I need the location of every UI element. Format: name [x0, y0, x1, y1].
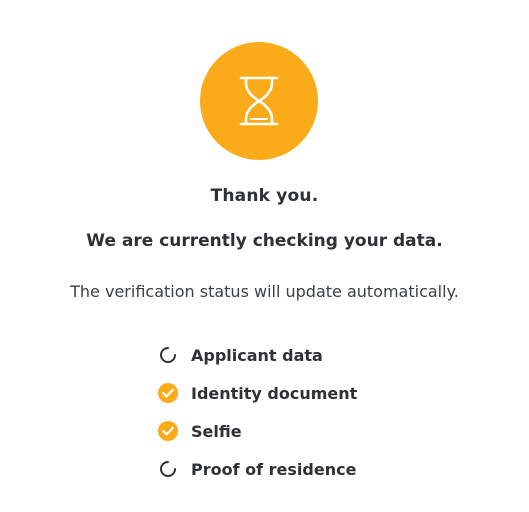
check-circle-icon	[158, 383, 178, 403]
status-message: We are currently checking your data.	[86, 231, 443, 251]
step-label: Selfie	[191, 421, 242, 441]
step-proof-of-residence: Proof of residence	[158, 450, 357, 488]
step-identity-document: Identity document	[158, 374, 357, 412]
loading-icon	[158, 459, 178, 479]
status-note: The verification status will update auto…	[70, 282, 459, 301]
step-applicant-data: Applicant data	[158, 336, 357, 374]
page-title: Thank you.	[210, 186, 319, 206]
step-label: Proof of residence	[191, 459, 357, 479]
hourglass-icon	[236, 75, 282, 127]
step-label: Identity document	[191, 383, 358, 403]
verification-steps-list: Applicant data Identity document Selfie …	[158, 336, 357, 488]
status-badge-circle	[200, 42, 318, 160]
check-circle-icon	[158, 421, 178, 441]
loading-icon	[158, 345, 178, 365]
step-selfie: Selfie	[158, 412, 357, 450]
step-label: Applicant data	[191, 345, 323, 365]
